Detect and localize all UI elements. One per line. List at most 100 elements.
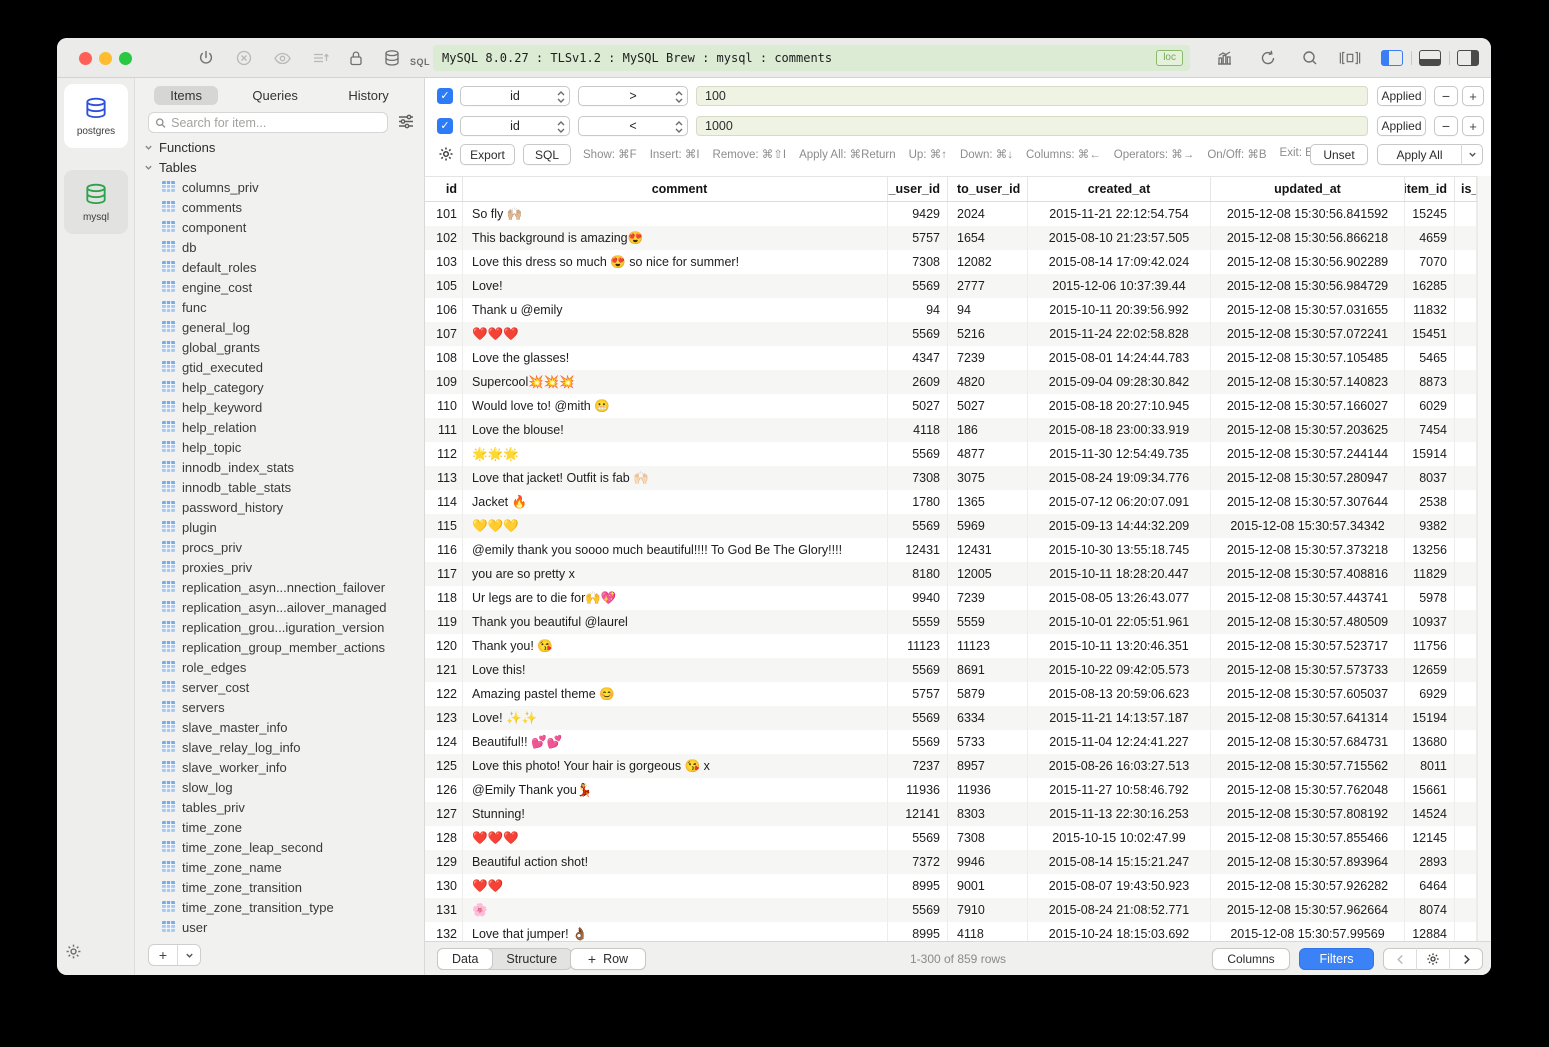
cell-id[interactable]: 113 — [425, 466, 463, 490]
cell-is_[interactable] — [1455, 802, 1477, 826]
cell-is_[interactable] — [1455, 442, 1477, 466]
table-row[interactable]: 112🌟🌟🌟556948772015-11-30 12:54:49.735201… — [425, 442, 1477, 466]
cell-from_user_id[interactable]: 11123 — [888, 634, 948, 658]
filter-applied-button[interactable]: Applied — [1377, 116, 1426, 136]
cell-from_user_id[interactable]: 7372 — [888, 850, 948, 874]
cell-updated_at[interactable]: 2015-12-08 15:30:57.523717 — [1211, 634, 1405, 658]
cell-from_user_id[interactable]: 5757 — [888, 682, 948, 706]
cell-from_user_id[interactable]: 8180 — [888, 562, 948, 586]
cell-updated_at[interactable]: 2015-12-08 15:30:57.855466 — [1211, 826, 1405, 850]
cell-updated_at[interactable]: 2015-12-08 15:30:57.373218 — [1211, 538, 1405, 562]
sidebar-table-item[interactable]: global_grants — [135, 337, 424, 357]
database-icon[interactable] — [381, 47, 403, 69]
cell-from_user_id[interactable]: 5569 — [888, 274, 948, 298]
table-row[interactable]: 101So fly 🙌🏼942920242015-11-21 22:12:54.… — [425, 202, 1477, 226]
cell-comment[interactable]: Supercool💥💥💥 — [463, 370, 888, 394]
sidebar-table-item[interactable]: replication_asyn...ailover_managed — [135, 597, 424, 617]
cell-comment[interactable]: ❤️❤️ — [463, 874, 888, 898]
cell-is_[interactable] — [1455, 298, 1477, 322]
cell-id[interactable]: 114 — [425, 490, 463, 514]
cell-from_user_id[interactable]: 5569 — [888, 322, 948, 346]
cell-item_id[interactable]: 15451 — [1405, 322, 1455, 346]
cell-is_[interactable] — [1455, 346, 1477, 370]
sidebar-table-item[interactable]: help_keyword — [135, 397, 424, 417]
cell-id[interactable]: 132 — [425, 922, 463, 941]
sidebar-table-item[interactable]: default_roles — [135, 257, 424, 277]
cell-to_user_id[interactable]: 7308 — [948, 826, 1028, 850]
filter-enabled-checkbox[interactable]: ✓ — [437, 88, 453, 104]
cell-comment[interactable]: Jacket 🔥 — [463, 490, 888, 514]
connection-icon[interactable] — [195, 47, 217, 69]
cell-item_id[interactable]: 4659 — [1405, 226, 1455, 250]
cell-updated_at[interactable]: 2015-12-08 15:30:57.203625 — [1211, 418, 1405, 442]
cell-item_id[interactable]: 2538 — [1405, 490, 1455, 514]
chevron-down-icon[interactable] — [144, 163, 153, 172]
sidebar-table-item[interactable]: innodb_index_stats — [135, 457, 424, 477]
cell-item_id[interactable]: 11832 — [1405, 298, 1455, 322]
cell-from_user_id[interactable]: 8995 — [888, 874, 948, 898]
cell-item_id[interactable]: 5465 — [1405, 346, 1455, 370]
table-row[interactable]: 103Love this dress so much 😍 so nice for… — [425, 250, 1477, 274]
section-functions[interactable]: Functions — [135, 137, 424, 157]
cell-created_at[interactable]: 2015-10-15 10:02:47.99 — [1028, 826, 1211, 850]
columns-button[interactable]: Columns — [1212, 948, 1290, 970]
cell-created_at[interactable]: 2015-11-30 12:54:49.735 — [1028, 442, 1211, 466]
cell-comment[interactable]: @Emily Thank you💃 — [463, 778, 888, 802]
cell-updated_at[interactable]: 2015-12-08 15:30:57.893964 — [1211, 850, 1405, 874]
cell-is_[interactable] — [1455, 202, 1477, 226]
cell-comment[interactable]: Thank u @emily — [463, 298, 888, 322]
cell-created_at[interactable]: 2015-11-27 10:58:46.792 — [1028, 778, 1211, 802]
cell-from_user_id[interactable]: 8995 — [888, 922, 948, 941]
sidebar-table-item[interactable]: db — [135, 237, 424, 257]
cell-to_user_id[interactable]: 12082 — [948, 250, 1028, 274]
cell-updated_at[interactable]: 2015-12-08 15:30:57.031655 — [1211, 298, 1405, 322]
column-header-created_at[interactable]: created_at — [1028, 177, 1211, 201]
cell-updated_at[interactable]: 2015-12-08 15:30:57.99569 — [1211, 922, 1405, 941]
cell-id[interactable]: 120 — [425, 634, 463, 658]
cell-id[interactable]: 102 — [425, 226, 463, 250]
cell-is_[interactable] — [1455, 658, 1477, 682]
cell-id[interactable]: 109 — [425, 370, 463, 394]
cell-item_id[interactable]: 6464 — [1405, 874, 1455, 898]
cell-from_user_id[interactable]: 5569 — [888, 514, 948, 538]
cell-created_at[interactable]: 2015-08-07 19:43:50.923 — [1028, 874, 1211, 898]
cell-created_at[interactable]: 2015-10-30 13:55:18.745 — [1028, 538, 1211, 562]
cell-from_user_id[interactable]: 7308 — [888, 250, 948, 274]
cell-comment[interactable]: Love that jacket! Outfit is fab 🙌🏻 — [463, 466, 888, 490]
cell-id[interactable]: 121 — [425, 658, 463, 682]
table-row[interactable]: 116@emily thank you soooo much beautiful… — [425, 538, 1477, 562]
table-row[interactable]: 106Thank u @emily94942015-10-11 20:39:56… — [425, 298, 1477, 322]
frame-selection-icon[interactable] — [1339, 47, 1361, 69]
refresh-icon[interactable] — [1257, 47, 1279, 69]
filter-applied-button[interactable]: Applied — [1377, 86, 1426, 106]
table-row[interactable]: 121Love this!556986912015-10-22 09:42:05… — [425, 658, 1477, 682]
cell-is_[interactable] — [1455, 538, 1477, 562]
filters-button[interactable]: Filters — [1299, 948, 1374, 970]
sidebar-table-item[interactable]: help_topic — [135, 437, 424, 457]
cell-from_user_id[interactable]: 9940 — [888, 586, 948, 610]
cell-from_user_id[interactable]: 2609 — [888, 370, 948, 394]
cell-updated_at[interactable]: 2015-12-08 15:30:57.408816 — [1211, 562, 1405, 586]
cell-created_at[interactable]: 2015-11-21 22:12:54.754 — [1028, 202, 1211, 226]
cell-to_user_id[interactable]: 4118 — [948, 922, 1028, 941]
table-row[interactable]: 129Beautiful action shot!737299462015-08… — [425, 850, 1477, 874]
cell-updated_at[interactable]: 2015-12-08 15:30:56.984729 — [1211, 274, 1405, 298]
filter-sliders-icon[interactable] — [398, 114, 414, 134]
cell-created_at[interactable]: 2015-08-14 15:15:21.247 — [1028, 850, 1211, 874]
cell-comment[interactable]: Thank you beautiful @laurel — [463, 610, 888, 634]
cell-id[interactable]: 119 — [425, 610, 463, 634]
sidebar-table-item[interactable]: replication_asyn...nnection_failover — [135, 577, 424, 597]
cell-item_id[interactable]: 6929 — [1405, 682, 1455, 706]
sidebar-search-box[interactable] — [148, 112, 388, 133]
cell-created_at[interactable]: 2015-08-14 17:09:42.024 — [1028, 250, 1211, 274]
cell-id[interactable]: 127 — [425, 802, 463, 826]
column-header-comment[interactable]: comment — [463, 177, 888, 201]
cell-created_at[interactable]: 2015-08-10 21:23:57.505 — [1028, 226, 1211, 250]
sql-mode-icon[interactable]: SQL — [409, 51, 431, 73]
table-row[interactable]: 128❤️❤️❤️556973082015-10-15 10:02:47.992… — [425, 826, 1477, 850]
cell-id[interactable]: 108 — [425, 346, 463, 370]
cell-comment[interactable]: Beautiful action shot! — [463, 850, 888, 874]
connection-mysql[interactable]: mysql — [64, 170, 128, 234]
add-filter-button[interactable]: + — [1462, 86, 1484, 106]
cell-to_user_id[interactable]: 186 — [948, 418, 1028, 442]
